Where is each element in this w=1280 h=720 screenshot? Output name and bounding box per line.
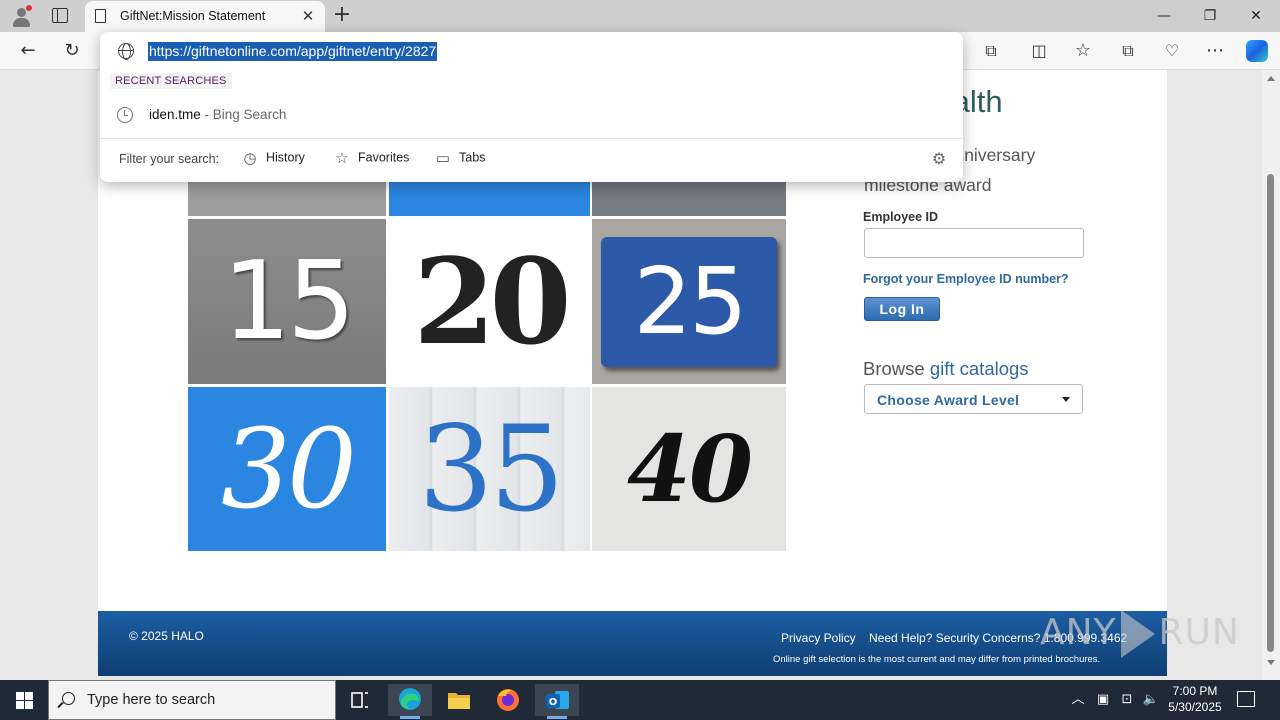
svg-text:O: O (549, 697, 558, 708)
filter-search-label: Filter your search: (119, 152, 220, 166)
windows-taskbar: Type here to search O ︿ ▣ ⊡ 🔈 7:00 PM 5/… (0, 680, 1280, 720)
favorites-star-icon[interactable]: ☆ (1068, 36, 1098, 66)
tab-actions-icon[interactable] (52, 8, 68, 23)
windows-start-button[interactable] (0, 680, 48, 720)
recent-search-item[interactable]: iden.tme - Bing Search (149, 107, 286, 122)
milestone-number: 20 (413, 232, 571, 371)
milestone-tile-35: 35 (389, 387, 590, 551)
page-scrollbar[interactable] (1262, 70, 1280, 680)
privacy-policy-link[interactable]: Privacy Policy (781, 631, 856, 645)
browser-title-bar: GiftNet:Mission Statement ✕ + — ❐ ✕ (0, 0, 1280, 32)
globe-icon (118, 43, 134, 60)
taskbar-search-placeholder: Type here to search (87, 692, 216, 708)
more-menu-icon[interactable]: ⋯ (1200, 36, 1230, 66)
outlook-icon[interactable]: O (535, 684, 579, 719)
edge-browser-icon[interactable] (388, 684, 432, 719)
filter-history-button[interactable]: ◷ History (242, 149, 304, 171)
login-button[interactable]: Log In (864, 297, 940, 321)
milestone-number: 40 (626, 415, 753, 523)
profile-icon[interactable] (10, 5, 32, 27)
award-level-value: Choose Award Level (877, 392, 1020, 408)
milestone-tile-25: 25 (592, 219, 786, 384)
milestone-number: 25 (633, 248, 747, 355)
tab-title: GiftNet:Mission Statement (120, 9, 266, 23)
recent-searches-label: RECENT SEARCHES (110, 73, 232, 89)
system-clock[interactable]: 7:00 PM 5/30/2025 (1162, 683, 1228, 715)
milestone-number: 30 (221, 405, 357, 533)
notification-icon[interactable] (1237, 691, 1255, 707)
gear-icon[interactable]: ⚙ (929, 149, 949, 169)
task-view-icon[interactable] (338, 684, 382, 716)
device-icon[interactable]: ▣ (1092, 680, 1114, 720)
scrollbar-thumb[interactable] (1267, 174, 1274, 652)
tabs-icon: ▭ (435, 150, 451, 167)
anyrun-watermark: ANY RUN (1040, 610, 1240, 658)
extensions-icon[interactable]: ⧉ (976, 36, 1006, 66)
file-explorer-icon[interactable] (437, 684, 481, 716)
maximize-button[interactable]: ❐ (1187, 0, 1233, 32)
divider (100, 138, 963, 139)
play-logo-icon (1120, 610, 1155, 658)
refresh-icon[interactable]: ↻ (57, 36, 87, 66)
tab-close-icon[interactable]: ✕ (298, 6, 318, 26)
browser-essentials-icon[interactable]: ♡ (1157, 36, 1187, 66)
milestone-tile-20: 20 (389, 219, 590, 384)
milestone-number: 15 (222, 239, 355, 364)
volume-icon[interactable]: 🔈 (1140, 680, 1162, 720)
milestone-tile-15: 15 (188, 219, 386, 384)
filter-tabs-button[interactable]: ▭ Tabs (435, 149, 486, 171)
copilot-icon[interactable] (1246, 40, 1268, 62)
close-window-button[interactable]: ✕ (1233, 0, 1279, 32)
browser-tab[interactable]: GiftNet:Mission Statement ✕ (85, 1, 325, 32)
clock-time: 7:00 PM (1172, 684, 1218, 698)
page-icon (95, 9, 106, 23)
scroll-up-icon[interactable] (1267, 76, 1275, 81)
page-footer: © 2025 HALO Privacy Policy Need Help? Se… (98, 611, 1167, 676)
copyright-text: © 2025 HALO (129, 629, 204, 643)
collections-icon[interactable]: ⧉ (1113, 36, 1143, 66)
forgot-id-link[interactable]: Forgot your Employee ID number? (863, 272, 1069, 286)
chevron-up-icon[interactable]: ︿ (1067, 680, 1089, 720)
milestone-number: 35 (418, 400, 564, 538)
history-icon: ◷ (243, 150, 257, 167)
network-icon[interactable]: ⊡ (1116, 680, 1138, 720)
split-screen-icon[interactable]: ◫ (1024, 36, 1054, 66)
scroll-down-icon[interactable] (1267, 660, 1275, 665)
browse-catalogs-heading: Browse gift catalogs (863, 358, 1029, 380)
search-icon (62, 692, 75, 705)
milestone-tile-40: 40 (592, 387, 786, 551)
minimize-button[interactable]: — (1141, 0, 1187, 32)
award-level-select[interactable]: Choose Award Level (864, 384, 1083, 414)
star-icon: ☆ (335, 150, 349, 167)
firefox-icon[interactable] (486, 684, 530, 716)
browse-prefix: Browse (863, 358, 930, 379)
filter-favorites-button[interactable]: ☆ Favorites (334, 149, 409, 171)
clock-date: 5/30/2025 (1168, 700, 1222, 714)
new-tab-button[interactable]: + (330, 3, 354, 27)
employee-id-field[interactable] (864, 228, 1084, 258)
address-bar-dropdown: https://giftnetonline.com/app/giftnet/en… (100, 32, 963, 182)
milestone-tile-30: 30 (188, 387, 386, 551)
taskbar-search-box[interactable]: Type here to search (48, 680, 336, 720)
chevron-down-icon (1062, 397, 1070, 402)
employee-id-label: Employee ID (863, 210, 939, 224)
address-bar-url[interactable]: https://giftnetonline.com/app/giftnet/en… (148, 42, 438, 61)
gift-catalogs-link[interactable]: gift catalogs (930, 358, 1029, 379)
history-clock-icon (117, 107, 133, 123)
back-arrow-icon[interactable]: ← (13, 36, 43, 66)
